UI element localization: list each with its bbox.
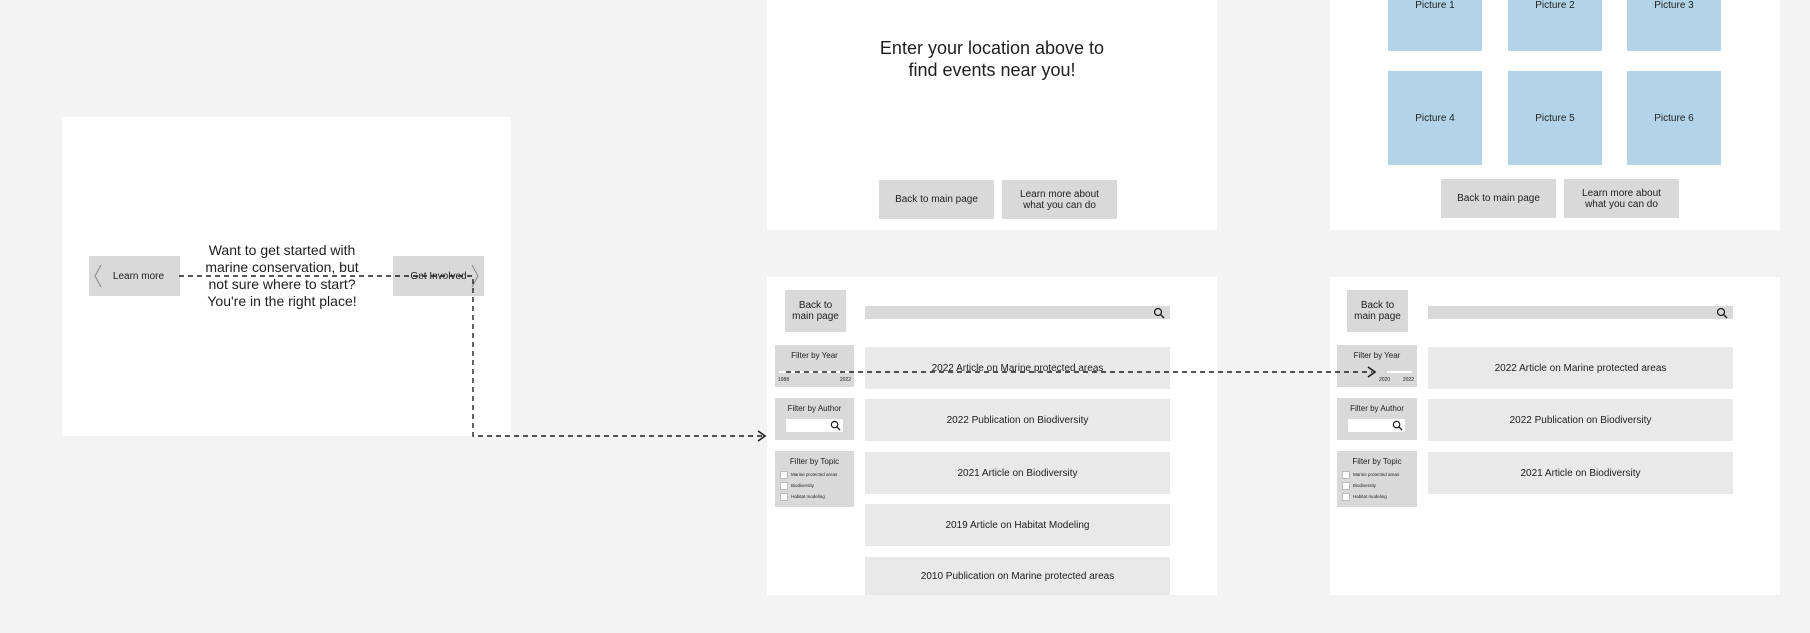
year-slider-track[interactable]	[779, 371, 850, 373]
search-icon[interactable]	[1716, 307, 1728, 319]
topic-checkbox[interactable]	[1342, 493, 1350, 501]
author-filter-title: Filter by Author	[787, 404, 842, 413]
topic-filter-title: Filter by Topic	[1352, 457, 1402, 466]
chevron-right-icon	[471, 264, 479, 288]
picture-label: Picture 5	[1535, 112, 1575, 124]
picture-label: Picture 6	[1654, 112, 1694, 124]
library-filtered-frame: Back to main page Filter by Year 2020 20…	[1330, 277, 1780, 595]
topic-label: Marine protected areas	[791, 472, 838, 477]
year-slider-track[interactable]	[1387, 371, 1412, 373]
year-min-label: 1988	[778, 377, 790, 383]
year-filter-title: Filter by Year	[1353, 351, 1401, 360]
search-icon[interactable]	[830, 420, 841, 431]
picture-label: Picture 3	[1654, 0, 1694, 11]
picture-2[interactable]: Picture 2	[1508, 0, 1602, 51]
picture-3[interactable]: Picture 3	[1627, 0, 1721, 51]
events-frame: Enter your location above to find events…	[767, 0, 1217, 230]
events-message: Enter your location above to find events…	[879, 38, 1105, 80]
topic-filter-title: Filter by Topic	[789, 457, 840, 466]
events-learn-more-label: Learn more about what you can do	[1020, 188, 1099, 211]
library-frame: Back to main page Filter by Year 1988 20…	[767, 277, 1217, 595]
year-max-label: 2022	[1402, 377, 1414, 383]
topic-filter-panel: Filter by Topic Marine protected areas B…	[1337, 451, 1417, 507]
get-involved-label: Get Involved	[410, 270, 467, 282]
author-filter-panel: Filter by Author	[775, 398, 854, 440]
picture-1[interactable]: Picture 1	[1388, 0, 1482, 51]
events-back-button[interactable]: Back to main page	[879, 180, 994, 219]
author-filter-title: Filter by Author	[1350, 404, 1404, 413]
gallery-frame: Picture 1 Picture 2 Picture 3 Picture 4 …	[1330, 0, 1780, 230]
topic-filter-panel: Filter by Topic Marine protected areas B…	[775, 451, 854, 507]
topic-label: Biodiversity	[1353, 483, 1377, 488]
year-max-label: 2022	[839, 377, 851, 383]
picture-6[interactable]: Picture 6	[1627, 71, 1721, 165]
gallery-learn-more-label: Learn more about what you can do	[1582, 187, 1661, 210]
topic-checkbox[interactable]	[780, 482, 788, 490]
events-back-label: Back to main page	[895, 194, 978, 205]
topic-label: Marine protected areas	[1353, 472, 1400, 477]
library-item[interactable]: 2021 Article on Biodiversity	[1428, 452, 1733, 494]
picture-label: Picture 2	[1535, 0, 1575, 11]
library-item[interactable]: 2022 Article on Marine protected areas	[865, 347, 1170, 389]
search-icon[interactable]	[1153, 307, 1165, 319]
topic-checkbox[interactable]	[1342, 482, 1350, 490]
gallery-learn-more-button[interactable]: Learn more about what you can do	[1564, 179, 1679, 218]
intro-frame: Learn more Want to get started with mari…	[62, 117, 511, 436]
year-min-label: 2020	[1379, 377, 1391, 383]
library-item[interactable]: 2022 Publication on Biodiversity	[865, 399, 1170, 441]
arrowhead-icon	[757, 430, 767, 442]
library-item[interactable]: 2010 Publication on Marine protected are…	[865, 557, 1170, 595]
year-filter-title: Filter by Year	[791, 351, 838, 360]
library-filtered-back-button[interactable]: Back to main page	[1347, 290, 1408, 332]
intro-message: Want to get started with marine conserva…	[205, 242, 359, 309]
topic-checkbox[interactable]	[780, 471, 788, 479]
year-filter-panel: Filter by Year 2020 2022	[1337, 345, 1417, 387]
author-filter-panel: Filter by Author	[1337, 398, 1417, 440]
library-search-bar[interactable]	[865, 306, 1170, 319]
gallery-back-button[interactable]: Back to main page	[1441, 179, 1556, 218]
topic-checkbox[interactable]	[1342, 471, 1350, 479]
library-item[interactable]: 2022 Publication on Biodiversity	[1428, 399, 1733, 441]
events-learn-more-button[interactable]: Learn more about what you can do	[1002, 180, 1117, 219]
library-item[interactable]: 2019 Article on Habitat Modeling	[865, 504, 1170, 546]
author-search-input[interactable]	[1348, 419, 1405, 432]
learn-more-label: Learn more	[112, 270, 165, 282]
picture-4[interactable]: Picture 4	[1388, 71, 1482, 165]
search-icon[interactable]	[1392, 420, 1403, 431]
topic-label: Habitat modeling	[791, 494, 825, 499]
library-back-label: Back to main page	[792, 300, 839, 322]
library-filtered-search-bar[interactable]	[1428, 306, 1733, 319]
topic-label: Biodiversity	[791, 483, 815, 488]
topic-checkbox[interactable]	[780, 493, 788, 501]
author-search-input[interactable]	[786, 419, 843, 432]
library-item[interactable]: 2021 Article on Biodiversity	[865, 452, 1170, 494]
gallery-back-label: Back to main page	[1457, 193, 1540, 204]
picture-label: Picture 1	[1415, 0, 1455, 11]
picture-5[interactable]: Picture 5	[1508, 71, 1602, 165]
chevron-left-icon	[94, 264, 102, 288]
library-item[interactable]: 2022 Article on Marine protected areas	[1428, 347, 1733, 389]
library-back-button[interactable]: Back to main page	[785, 290, 846, 332]
year-filter-panel: Filter by Year 1988 2022	[775, 345, 854, 387]
topic-label: Habitat modeling	[1353, 494, 1387, 499]
library-filtered-back-label: Back to main page	[1354, 300, 1401, 322]
picture-label: Picture 4	[1415, 112, 1455, 124]
